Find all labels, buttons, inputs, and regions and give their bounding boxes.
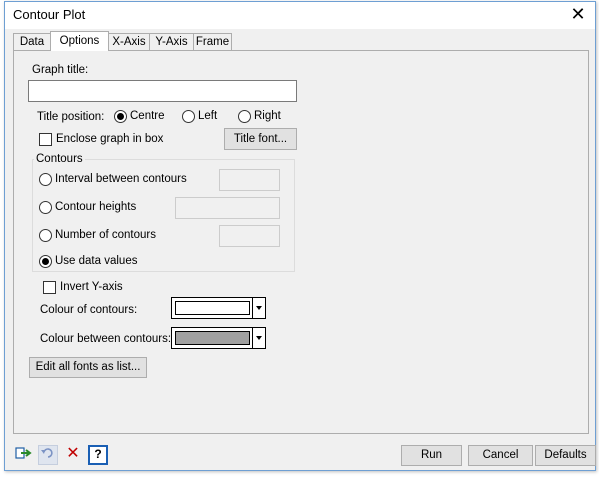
tab-y-axis[interactable]: Y-Axis (149, 33, 194, 50)
graph-title-label: Graph title: (32, 64, 89, 76)
pin-icon[interactable] (14, 445, 34, 465)
contour-interval-radio[interactable] (39, 173, 52, 186)
edit-fonts-button[interactable]: Edit all fonts as list... (29, 357, 147, 378)
window-title: Contour Plot (13, 7, 86, 22)
contour-colour-swatch (175, 301, 250, 315)
title-position-centre-radio[interactable] (114, 110, 127, 123)
colour-of-contours-label: Colour of contours: (40, 304, 138, 316)
title-position-left-label: Left (198, 110, 218, 122)
enclose-box-checkbox[interactable] (39, 133, 52, 146)
colour-of-contours-dropdown[interactable] (171, 297, 266, 319)
title-position-left-radio[interactable] (182, 110, 195, 123)
cancel-button[interactable]: Cancel (468, 445, 533, 466)
dialog-window: Contour Plot ✕ Data Options X-Axis Y-Axi… (4, 1, 596, 471)
use-data-values-radio[interactable] (39, 255, 52, 268)
colour-between-contours-label: Colour between contours: (40, 333, 172, 345)
contour-heights-input[interactable] (175, 197, 280, 219)
contour-heights-radio[interactable] (39, 201, 52, 214)
tab-x-axis[interactable]: X-Axis (108, 33, 150, 50)
contour-number-input[interactable] (219, 225, 280, 247)
colour-between-contours-dropdown[interactable] (171, 327, 266, 349)
clear-icon[interactable]: ✕ (63, 445, 83, 465)
graph-title-input[interactable] (28, 80, 297, 102)
contour-heights-label: Contour heights (55, 201, 137, 213)
title-bar: Contour Plot ✕ (5, 2, 595, 29)
run-button[interactable]: Run (401, 445, 462, 466)
title-font-button[interactable]: Title font... (224, 128, 297, 150)
tab-frame[interactable]: Frame (193, 33, 232, 50)
defaults-button[interactable]: Defaults (535, 445, 596, 466)
contour-number-radio[interactable] (39, 229, 52, 242)
invert-y-axis-checkbox[interactable] (43, 281, 56, 294)
chevron-down-icon[interactable] (252, 328, 265, 348)
use-data-values-label: Use data values (55, 255, 138, 267)
title-position-centre-label: Centre (130, 110, 165, 122)
tab-options[interactable]: Options (50, 31, 109, 51)
options-panel: Graph title: Title position: Centre Left… (13, 50, 589, 434)
tab-data[interactable]: Data (13, 33, 51, 50)
undo-icon[interactable] (38, 445, 58, 465)
invert-y-axis-label: Invert Y-axis (60, 281, 123, 293)
chevron-down-icon[interactable] (252, 298, 265, 318)
contour-interval-label: Interval between contours (55, 173, 187, 185)
between-colour-swatch (175, 331, 250, 345)
close-icon[interactable]: ✕ (561, 2, 595, 28)
enclose-box-label: Enclose graph in box (56, 133, 164, 145)
help-icon[interactable]: ? (88, 445, 108, 465)
contour-interval-input[interactable] (219, 169, 280, 191)
title-position-right-radio[interactable] (238, 110, 251, 123)
title-position-right-label: Right (254, 110, 281, 122)
contour-number-label: Number of contours (55, 229, 156, 241)
title-position-label: Title position: (37, 111, 105, 123)
contours-group-title: Contours (34, 153, 85, 165)
